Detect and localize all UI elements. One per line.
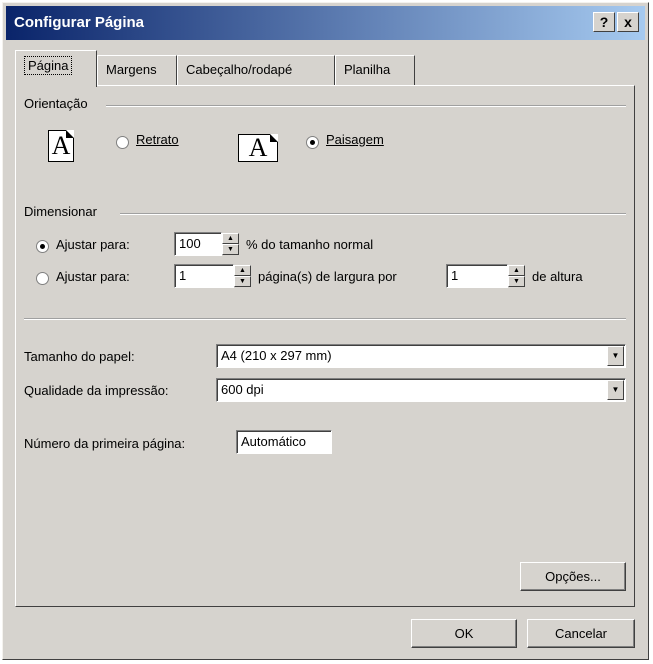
spin-up-icon[interactable]: ▲	[234, 265, 251, 276]
fit-pages-tall-input[interactable]: 1	[446, 264, 508, 288]
adjust-percent-spinner[interactable]: ▲ ▼	[222, 233, 239, 255]
tab-cabecalho-rodape-label: Cabeçalho/rodapé	[186, 62, 293, 77]
landscape-page-icon: A	[238, 134, 278, 162]
orientation-separator	[106, 105, 626, 107]
print-quality-value: 600 dpi	[221, 382, 264, 397]
ok-button[interactable]: OK	[411, 619, 517, 648]
landscape-radio[interactable]	[306, 136, 319, 149]
tab-cabecalho-rodape[interactable]: Cabeçalho/rodapé	[177, 55, 335, 85]
tab-panel-pagina: Orientação A Retrato A Paisagem Dimensio…	[15, 85, 635, 607]
fit-pages-radio[interactable]	[36, 272, 49, 285]
tab-margens-label: Margens	[106, 62, 157, 77]
print-quality-select[interactable]: 600 dpi ▼	[216, 378, 626, 402]
spin-down-icon[interactable]: ▼	[222, 244, 239, 255]
chevron-down-icon[interactable]: ▼	[607, 346, 624, 366]
portrait-page-icon: A	[48, 130, 74, 162]
spin-up-icon[interactable]: ▲	[222, 233, 239, 244]
options-button[interactable]: Opções...	[520, 562, 626, 591]
spin-down-icon[interactable]: ▼	[508, 276, 525, 287]
help-button[interactable]: ?	[593, 12, 615, 32]
tab-pagina[interactable]: Página	[15, 50, 97, 87]
paper-separator	[24, 318, 626, 320]
fit-pages-middle-label: página(s) de largura por	[258, 269, 397, 284]
portrait-radio[interactable]	[116, 136, 129, 149]
print-quality-label: Qualidade da impressão:	[24, 383, 169, 398]
close-button[interactable]: x	[617, 12, 639, 32]
spin-up-icon[interactable]: ▲	[508, 265, 525, 276]
title-bar: Configurar Página ? x	[6, 6, 645, 40]
adjust-percent-suffix: % do tamanho normal	[246, 237, 374, 252]
portrait-label[interactable]: Retrato	[136, 132, 179, 147]
spin-down-icon[interactable]: ▼	[234, 276, 251, 287]
fit-pages-tall-spinner[interactable]: ▲ ▼	[508, 265, 525, 287]
chevron-down-icon[interactable]: ▼	[607, 380, 624, 400]
paper-size-value: A4 (210 x 297 mm)	[221, 348, 332, 363]
adjust-percent-input[interactable]: 100	[174, 232, 222, 256]
tab-planilha[interactable]: Planilha	[335, 55, 415, 85]
fit-pages-tall-suffix: de altura	[532, 269, 583, 284]
fit-pages-wide-input[interactable]: 1	[174, 264, 234, 288]
paper-size-label: Tamanho do papel:	[24, 349, 135, 364]
tab-margens[interactable]: Margens	[97, 55, 177, 85]
cancel-button[interactable]: Cancelar	[527, 619, 635, 648]
scaling-group-title: Dimensionar	[24, 204, 97, 219]
scaling-separator	[120, 213, 626, 215]
fit-pages-wide-spinner[interactable]: ▲ ▼	[234, 265, 251, 287]
dialog-title: Configurar Página	[14, 14, 145, 31]
first-page-number-input[interactable]: Automático	[236, 430, 332, 454]
adjust-percent-label[interactable]: Ajustar para:	[56, 237, 130, 252]
first-page-number-label: Número da primeira página:	[24, 436, 186, 451]
page-setup-dialog: Configurar Página ? x Página Margens Cab…	[2, 2, 649, 660]
paper-size-select[interactable]: A4 (210 x 297 mm) ▼	[216, 344, 626, 368]
tab-pagina-label: Página	[24, 56, 73, 75]
orientation-group-title: Orientação	[24, 96, 88, 111]
fit-pages-label[interactable]: Ajustar para:	[56, 269, 130, 284]
tab-planilha-label: Planilha	[344, 62, 391, 77]
adjust-percent-radio[interactable]	[36, 240, 49, 253]
landscape-label[interactable]: Paisagem	[326, 132, 384, 147]
